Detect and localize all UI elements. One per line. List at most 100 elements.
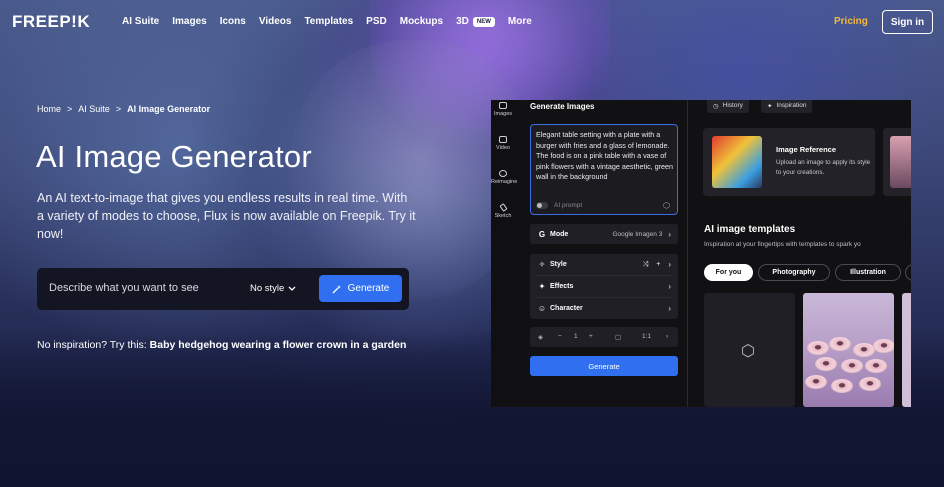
- sidebar-item-video[interactable]: Video: [491, 136, 515, 151]
- inspiration-prefix: No inspiration? Try this:: [37, 339, 150, 351]
- count-ratio-row: ◈ − 1 + ▢ 1:1 ›: [530, 327, 678, 347]
- reference-title: Image Reference: [776, 145, 837, 154]
- nav-3d[interactable]: 3D NEW: [456, 16, 495, 27]
- breadcrumb-separator: >: [67, 104, 73, 114]
- donut-image: [805, 375, 827, 389]
- google-icon: G: [538, 229, 546, 239]
- refresh-icon: [499, 170, 507, 177]
- panel-title: Generate Images: [530, 102, 595, 111]
- templates-title: AI image templates: [704, 224, 796, 235]
- breadcrumb-current: AI Image Generator: [127, 104, 211, 114]
- nav-links: AI Suite Images Icons Videos Templates P…: [122, 16, 532, 27]
- nav-3d-label: 3D: [456, 16, 469, 27]
- generate-button-label: Generate: [347, 283, 390, 294]
- inspiration-tab-label: Inspiration: [776, 102, 807, 109]
- image-reference-card[interactable]: Image Reference Upload an image to apply…: [703, 128, 875, 196]
- nav-more[interactable]: More: [508, 16, 532, 27]
- mode-value: Google Imagen 3: [612, 230, 663, 238]
- image-icon: [499, 102, 507, 109]
- chip-more[interactable]: [905, 264, 911, 281]
- nav-icons[interactable]: Icons: [220, 16, 246, 27]
- chip-photography[interactable]: Photography: [758, 264, 830, 281]
- prompt-input[interactable]: [49, 282, 239, 294]
- prompt-bar: No style Generate: [37, 268, 409, 310]
- nav-images[interactable]: Images: [172, 16, 206, 27]
- chevron-right-icon: ›: [668, 260, 671, 269]
- panel-generate-button[interactable]: Generate: [530, 356, 678, 376]
- donut-image: [831, 379, 853, 393]
- sparkle-icon: ✧: [538, 260, 546, 269]
- donut-image: [865, 359, 887, 373]
- sidebar-item-reimagine[interactable]: Reimagine: [491, 170, 517, 185]
- nav-psd[interactable]: PSD: [366, 16, 387, 27]
- donut-image: [829, 337, 851, 351]
- mode-label: Mode: [550, 230, 569, 238]
- person-icon: ☺: [537, 304, 547, 313]
- donut-image: [807, 341, 829, 355]
- layers-icon: ◈: [538, 334, 543, 341]
- inspiration-tab[interactable]: ✦ Inspiration: [761, 100, 813, 113]
- template-card-placeholder[interactable]: ⬡: [704, 293, 795, 407]
- magic-wand-icon: [332, 284, 341, 293]
- breadcrumb-ai-suite[interactable]: AI Suite: [78, 104, 110, 114]
- sparkle-icon: ✦: [767, 102, 773, 110]
- template-card-partial[interactable]: [902, 293, 911, 407]
- template-card-donuts[interactable]: [803, 293, 894, 407]
- prompt-textarea[interactable]: Elegant table setting with a plate with …: [530, 124, 678, 215]
- aspect-ratio-icon: ▢: [615, 334, 622, 341]
- nav-templates[interactable]: Templates: [304, 16, 353, 27]
- new-badge: NEW: [472, 16, 495, 27]
- inspiration-example[interactable]: Baby hedgehog wearing a flower crown in …: [150, 339, 407, 351]
- sidebar-item-images[interactable]: Images: [491, 102, 515, 117]
- templates-subtitle: Inspiration at your fingertips with temp…: [704, 241, 861, 248]
- reference-description: Upload an image to apply its style to yo…: [776, 159, 871, 176]
- right-column: ◷ History ✦ Inspiration Image Reference …: [697, 100, 911, 407]
- donut-image: [853, 343, 875, 357]
- nav-ai-suite[interactable]: AI Suite: [122, 16, 159, 27]
- character-option-label: Character: [550, 305, 583, 312]
- sidebar-item-label: Video: [496, 145, 510, 151]
- logo[interactable]: FREEP!K: [12, 12, 90, 32]
- history-tab[interactable]: ◷ History: [707, 100, 749, 113]
- sign-in-button[interactable]: Sign in: [882, 10, 933, 34]
- character-option[interactable]: ☺ Character ›: [530, 298, 678, 319]
- nav-videos[interactable]: Videos: [259, 16, 292, 27]
- pencil-icon: [498, 203, 508, 212]
- style-option-label: Style: [550, 261, 567, 268]
- cube-icon[interactable]: ⬡: [663, 201, 670, 210]
- chip-for-you[interactable]: For you: [704, 264, 753, 281]
- app-preview-panel: Images Video Reimagine Sketch Generate I…: [491, 100, 911, 407]
- shuffle-icon[interactable]: ⤨: [643, 261, 649, 269]
- chevron-right-icon: ›: [668, 229, 671, 239]
- donut-image: [859, 377, 881, 391]
- breadcrumb-home[interactable]: Home: [37, 104, 61, 114]
- plus-icon[interactable]: +: [656, 261, 660, 268]
- app-sidebar: Images Video Reimagine Sketch: [491, 100, 517, 407]
- ai-prompt-toggle[interactable]: [536, 202, 548, 209]
- generate-button[interactable]: Generate: [319, 275, 402, 302]
- sidebar-item-label: Images: [493, 111, 513, 117]
- pricing-link[interactable]: Pricing: [834, 16, 868, 27]
- reference-thumbnail: [712, 136, 762, 188]
- effects-option[interactable]: ✦ Effects ›: [530, 276, 678, 297]
- breadcrumb: Home > AI Suite > AI Image Generator: [37, 104, 210, 114]
- history-tab-label: History: [722, 102, 743, 109]
- prompt-text: Elegant table setting with a plate with …: [536, 130, 674, 181]
- nav-mockups[interactable]: Mockups: [400, 16, 443, 27]
- style-option[interactable]: ✧ Style ⤨ + ›: [530, 254, 678, 275]
- ai-prompt-label: AI prompt: [554, 202, 583, 209]
- mode-selector[interactable]: G Mode Google Imagen 3 ›: [530, 224, 678, 244]
- chip-illustration[interactable]: Illustration: [835, 264, 901, 281]
- page-description: An AI text-to-image that gives you endle…: [37, 191, 416, 241]
- style-dropdown-label: No style: [250, 283, 285, 294]
- chevron-right-icon: ›: [668, 304, 671, 313]
- options-group: ✧ Style ⤨ + › ✦ Effects › ☺ Character ›: [530, 254, 678, 319]
- aspect-ratio-value[interactable]: 1:1: [642, 333, 651, 340]
- style-dropdown[interactable]: No style: [250, 283, 296, 294]
- secondary-card[interactable]: [883, 128, 911, 196]
- top-nav: FREEP!K AI Suite Images Icons Videos Tem…: [0, 0, 944, 44]
- count-plus-button[interactable]: +: [589, 333, 593, 340]
- clock-icon: ◷: [713, 102, 719, 110]
- sidebar-item-sketch[interactable]: Sketch: [491, 203, 515, 219]
- count-minus-button[interactable]: −: [558, 333, 562, 340]
